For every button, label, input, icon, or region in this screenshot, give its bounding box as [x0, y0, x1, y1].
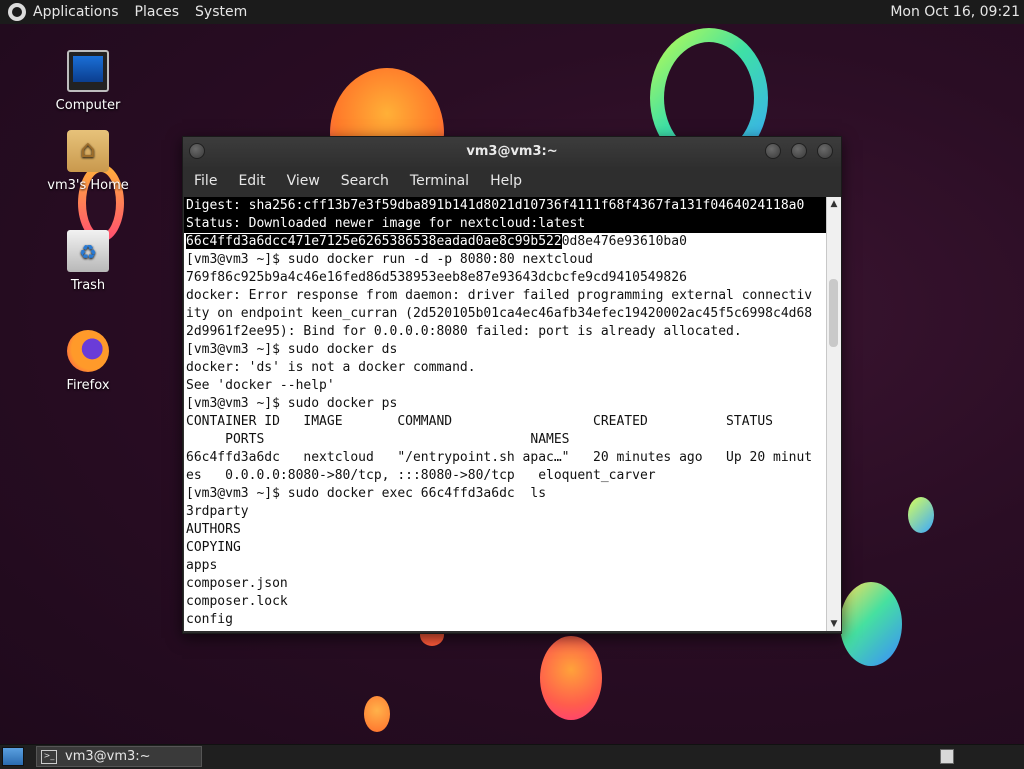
terminal-line: config — [186, 612, 233, 627]
task-label: vm3@vm3:~ — [65, 749, 151, 764]
desktop-icon-label: Trash — [70, 278, 106, 293]
selected-text: 66c4ffd3a6dcc471e7125e6265386538eadad0ae… — [186, 234, 562, 249]
terminal-line: AUTHORS — [186, 522, 241, 537]
menu-help[interactable]: Help — [490, 173, 522, 189]
terminal-line: docker: 'ds' is not a docker command. — [186, 360, 476, 375]
terminal-line: es 0.0.0.0:8080->80/tcp, :::8080->80/tcp… — [186, 468, 656, 483]
taskbar-terminal-button[interactable]: >_ vm3@vm3:~ — [36, 746, 202, 767]
terminal-line: COPYING — [186, 540, 241, 555]
terminal-line: Digest: sha256:cff13b7e3f59dba891b141d80… — [184, 197, 826, 215]
desktop-icon-computer[interactable]: Computer — [43, 50, 133, 113]
terminal-line: [vm3@vm3 ~]$ sudo docker exec 66c4ffd3a6… — [186, 486, 547, 501]
terminal-scrollbar[interactable]: ▲ ▼ — [826, 197, 841, 631]
home-folder-icon — [67, 130, 109, 172]
terminal-line: ity on endpoint keen_curran (2d520105b01… — [186, 306, 813, 321]
terminal-line: 2d9961f2ee95): Bind for 0.0.0.0:8080 fai… — [186, 324, 742, 339]
firefox-icon — [67, 330, 109, 372]
decor-small-blue-blob — [908, 497, 934, 533]
decor-blue-green-blob — [840, 582, 902, 666]
desktop-icon-home[interactable]: vm3's Home — [43, 130, 133, 193]
menu-system[interactable]: System — [195, 4, 247, 20]
workspace-switcher[interactable] — [940, 749, 954, 764]
scroll-down-icon[interactable]: ▼ — [827, 617, 841, 631]
menu-applications[interactable]: Applications — [33, 4, 119, 20]
scroll-up-icon[interactable]: ▲ — [827, 197, 841, 211]
terminal-line: 66c4ffd3a6dcc471e7125e6265386538eadad0ae… — [184, 233, 826, 251]
terminal-line: 3rdparty — [186, 504, 249, 519]
desktop-icon-firefox[interactable]: Firefox — [43, 330, 133, 393]
maximize-button[interactable] — [791, 143, 807, 159]
show-desktop-button[interactable] — [2, 747, 24, 766]
terminal-line: composer.json — [186, 576, 288, 591]
terminal-menubar: File Edit View Search Terminal Help — [183, 167, 841, 195]
desktop-icon-label: Computer — [55, 98, 121, 113]
terminal-line: 66c4ffd3a6dc nextcloud "/entrypoint.sh a… — [186, 450, 813, 465]
terminal-icon: >_ — [41, 749, 57, 764]
terminal-line: [vm3@vm3 ~]$ sudo docker ps — [186, 396, 398, 411]
desktop-icon-trash[interactable]: Trash — [43, 230, 133, 293]
minimize-button[interactable] — [765, 143, 781, 159]
menu-places[interactable]: Places — [135, 4, 180, 20]
trash-icon — [67, 230, 109, 272]
bottom-panel: >_ vm3@vm3:~ — [0, 744, 1024, 769]
menu-file[interactable]: File — [194, 173, 217, 189]
terminal-output[interactable]: Digest: sha256:cff13b7e3f59dba891b141d80… — [184, 197, 826, 631]
terminal-line: apps — [186, 558, 218, 573]
decor-small-orange-blob — [364, 696, 390, 732]
panel-clock[interactable]: Mon Oct 16, 09:21 — [890, 4, 1020, 20]
desktop-icon-label: vm3's Home — [47, 178, 129, 193]
terminal-line: [vm3@vm3 ~]$ sudo docker ds — [186, 342, 398, 357]
window-titlebar[interactable]: vm3@vm3:~ — [183, 137, 841, 167]
terminal-line: CONTAINER ID IMAGE COMMAND CREATED STATU… — [186, 414, 773, 429]
terminal-line: Status: Downloaded newer image for nextc… — [184, 215, 826, 233]
terminal-line: docker: Error response from daemon: driv… — [186, 288, 813, 303]
menu-search[interactable]: Search — [341, 173, 389, 189]
distro-logo-icon[interactable] — [8, 3, 26, 21]
menu-terminal[interactable]: Terminal — [410, 173, 469, 189]
scrollbar-thumb[interactable] — [829, 279, 838, 347]
close-button[interactable] — [817, 143, 833, 159]
menu-view[interactable]: View — [287, 173, 320, 189]
computer-icon — [67, 50, 109, 92]
decor-orange-blob-bottom — [540, 636, 602, 720]
window-title: vm3@vm3:~ — [466, 144, 558, 159]
terminal-line-tail: 0d8e476e93610ba0 — [561, 234, 687, 249]
top-panel: Applications Places System Mon Oct 16, 0… — [0, 0, 1024, 24]
terminal-window[interactable]: vm3@vm3:~ File Edit View Search Terminal… — [182, 136, 842, 634]
menu-edit[interactable]: Edit — [238, 173, 265, 189]
terminal-line: composer.lock — [186, 594, 288, 609]
terminal-line: 769f86c925b9a4c46e16fed86d538953eeb8e87e… — [186, 270, 687, 285]
terminal-line: PORTS NAMES — [186, 432, 570, 447]
terminal-line: See 'docker --help' — [186, 378, 335, 393]
desktop-icon-label: Firefox — [66, 378, 110, 393]
terminal-line: [vm3@vm3 ~]$ sudo docker run -d -p 8080:… — [186, 252, 593, 267]
